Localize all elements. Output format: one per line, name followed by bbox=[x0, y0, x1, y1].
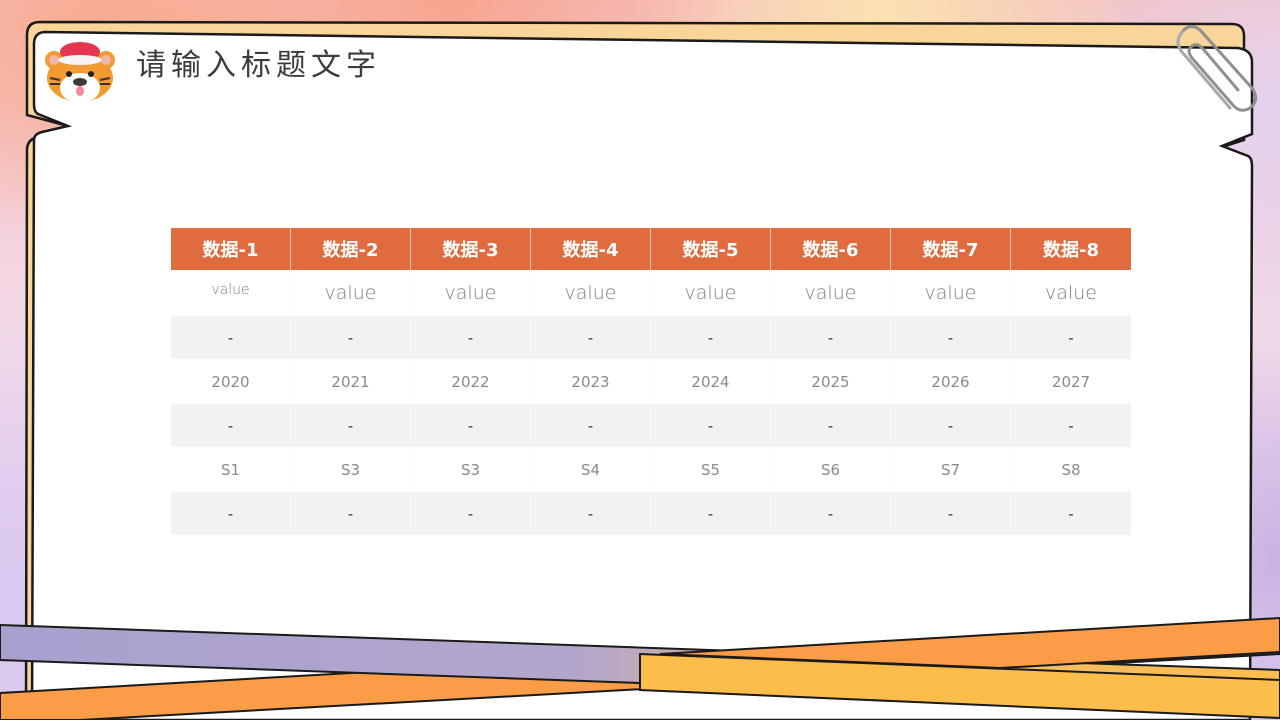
table-cell: 2020 bbox=[171, 359, 291, 404]
table-cell: value bbox=[171, 270, 291, 316]
table-cell: value bbox=[771, 270, 891, 316]
table-cell: 2021 bbox=[291, 359, 411, 404]
table-cell: - bbox=[1011, 404, 1131, 447]
column-header: 数据-5 bbox=[651, 228, 771, 270]
table-row: - - - - - - - - bbox=[171, 492, 1131, 535]
table-cell: S1 bbox=[171, 447, 291, 492]
table-cell: S3 bbox=[411, 447, 531, 492]
table-cell: value bbox=[531, 270, 651, 316]
table-cell: - bbox=[171, 316, 291, 359]
column-header: 数据-1 bbox=[171, 228, 291, 270]
table-cell: - bbox=[171, 404, 291, 447]
table-header-row: 数据-1 数据-2 数据-3 数据-4 数据-5 数据-6 数据-7 数据-8 bbox=[171, 228, 1131, 270]
table-cell: - bbox=[411, 316, 531, 359]
table-cell: S5 bbox=[651, 447, 771, 492]
table-cell: value bbox=[1045, 282, 1097, 304]
table-cell: value bbox=[411, 270, 531, 316]
table-cell: - bbox=[531, 404, 651, 447]
table-cell: - bbox=[651, 492, 771, 535]
table-cell: 2024 bbox=[651, 359, 771, 404]
table-cell: - bbox=[291, 316, 411, 359]
table-cell: - bbox=[531, 316, 651, 359]
table-cell: - bbox=[771, 316, 891, 359]
table-row: value value value value value value valu… bbox=[171, 270, 1131, 316]
table-cell: value bbox=[291, 270, 411, 316]
table-cell: - bbox=[1011, 492, 1131, 535]
table-cell: - bbox=[651, 316, 771, 359]
column-header: 数据-7 bbox=[891, 228, 1011, 270]
table-cell: S7 bbox=[891, 447, 1011, 492]
table-cell: - bbox=[411, 404, 531, 447]
tiger-mascot-icon bbox=[45, 42, 115, 103]
paperclip-icon bbox=[1176, 25, 1257, 112]
table-cell: - bbox=[891, 316, 1011, 359]
table-cell: - bbox=[411, 492, 531, 535]
table-cell: - bbox=[531, 492, 651, 535]
table-row: - - - - - - - - bbox=[171, 404, 1131, 447]
table-cell: - bbox=[291, 492, 411, 535]
table-cell: - bbox=[771, 404, 891, 447]
table-cell: - bbox=[171, 492, 291, 535]
table-row: - - - - - - - - bbox=[171, 316, 1131, 359]
table-row: 2020 2021 2022 2023 2024 2025 2026 2027 bbox=[171, 359, 1131, 404]
column-header: 数据-6 bbox=[771, 228, 891, 270]
table-cell: 2027 bbox=[1051, 372, 1091, 391]
column-header: 数据-4 bbox=[531, 228, 651, 270]
slide-title: 请输入标题文字 bbox=[136, 48, 381, 83]
table-cell: - bbox=[1011, 316, 1131, 359]
column-header: 数据-8 bbox=[1011, 228, 1131, 270]
table-cell: 2025 bbox=[771, 359, 891, 404]
column-header: 数据-3 bbox=[411, 228, 531, 270]
table-cell: 2026 bbox=[891, 359, 1011, 404]
table-cell: value bbox=[891, 270, 1011, 316]
table-cell: value bbox=[651, 270, 771, 316]
table-row: S1 S3 S3 S4 S5 S6 S7 S8 bbox=[171, 447, 1131, 492]
data-table: 数据-1 数据-2 数据-3 数据-4 数据-5 数据-6 数据-7 数据-8 … bbox=[171, 228, 1131, 535]
table-cell: S3 bbox=[291, 447, 411, 492]
column-header: 数据-2 bbox=[291, 228, 411, 270]
table-cell: S6 bbox=[771, 447, 891, 492]
table-cell: 2023 bbox=[531, 359, 651, 404]
table-cell: 2022 bbox=[411, 359, 531, 404]
table-cell: - bbox=[771, 492, 891, 535]
table-cell: - bbox=[891, 492, 1011, 535]
table-cell: - bbox=[651, 404, 771, 447]
table-cell: S8 bbox=[1061, 460, 1081, 479]
table-cell: - bbox=[291, 404, 411, 447]
table-cell: - bbox=[891, 404, 1011, 447]
table-cell: S4 bbox=[531, 447, 651, 492]
